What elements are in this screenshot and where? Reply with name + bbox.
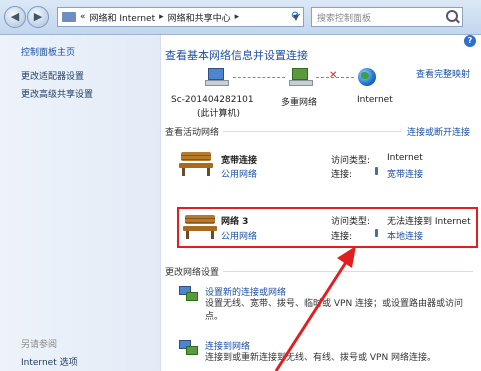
annotation-arrow [274, 246, 356, 371]
